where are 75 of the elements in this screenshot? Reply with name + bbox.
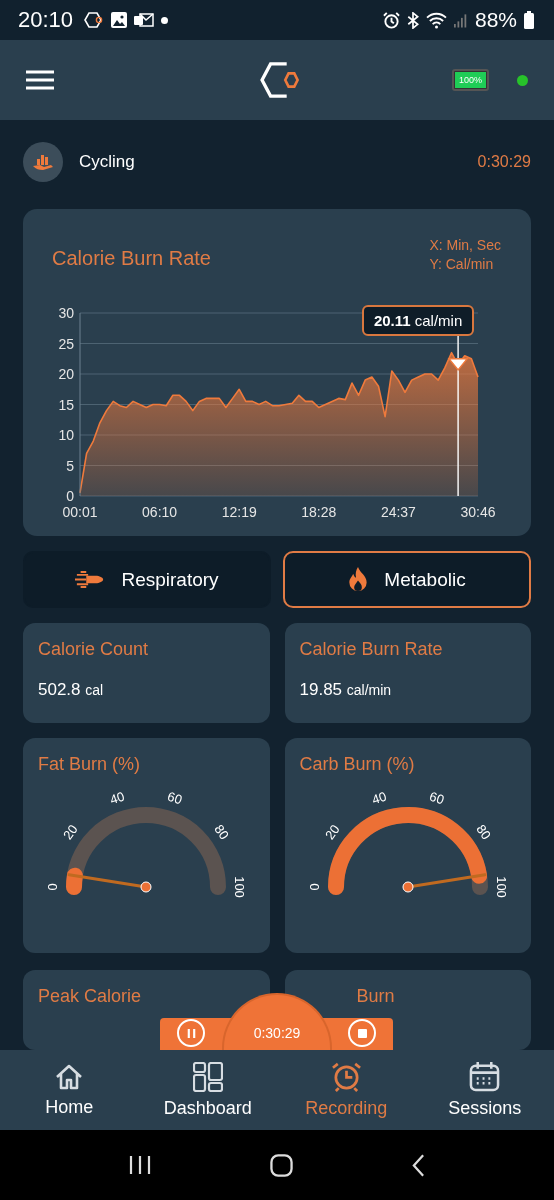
recent-apps-icon[interactable] (129, 1155, 152, 1175)
x-tick-label: 12:19 (221, 503, 257, 520)
gauge-tick-label: 100 (232, 876, 247, 898)
y-tick-label: 0 (66, 487, 74, 504)
back-icon[interactable] (411, 1153, 425, 1177)
metric-title: Burn (356, 986, 395, 1007)
gauge-tick-label: 0 (306, 883, 322, 891)
logo-icon (260, 62, 302, 98)
metric-title: Calorie Count (38, 639, 149, 660)
gauge-tick-label: 20 (321, 821, 343, 843)
dashboard-icon (192, 1061, 223, 1092)
stop-button[interactable] (348, 1019, 376, 1047)
marker-icon (447, 358, 469, 371)
battery-percent: 88% (474, 8, 517, 32)
wifi-icon (425, 11, 447, 29)
metric-value: 502.8 cal (38, 680, 104, 700)
gauge-tick-label: 40 (369, 788, 388, 808)
signal-icon (453, 12, 468, 28)
y-tick-label: 25 (58, 335, 74, 352)
x-tick-label: 00:01 (62, 503, 98, 520)
stop-icon (357, 1028, 367, 1038)
metric-title: Calorie Burn Rate (299, 639, 443, 660)
tab[interactable]: Respiratory (23, 551, 271, 608)
gauge-tick-label: 80 (472, 821, 494, 843)
metric-value: 19.85 cal/min (299, 680, 392, 700)
calendar-icon (469, 1061, 501, 1092)
y-tick-label: 10 (58, 426, 74, 443)
nav-tab[interactable]: Home (0, 1050, 139, 1130)
alarm-icon (382, 11, 400, 29)
hexagon-icon (84, 12, 105, 28)
pause-icon (186, 1027, 196, 1039)
x-tick-label: 06:10 (142, 503, 178, 520)
flame-icon (348, 567, 369, 592)
battery-icon (524, 11, 534, 29)
gauge-tick-label: 80 (211, 821, 232, 843)
gauge-tick-label: 20 (60, 821, 81, 843)
gauge-title: Carb Burn (%) (299, 754, 415, 775)
connection-status-icon (517, 74, 528, 86)
gauge-tick-label: 60 (427, 788, 446, 808)
gauge-tick-label: 0 (45, 883, 60, 891)
image-icon (111, 12, 128, 28)
gauge-tick-label: 40 (107, 788, 127, 808)
activity-icon (23, 142, 63, 183)
x-tick-label: 30:46 (460, 503, 496, 520)
x-tick-label: 24:37 (380, 503, 416, 520)
chart-title: Calorie Burn Rate (52, 246, 211, 271)
nav-tab[interactable]: Dashboard (138, 1050, 277, 1130)
device-battery: 100% (451, 69, 489, 91)
notification-dot-icon (161, 16, 169, 24)
mail-icon (134, 12, 155, 28)
gauge-tick-label: 100 (493, 876, 509, 898)
chart-tooltip: 20.11 cal/min (362, 304, 475, 336)
x-axis-legend: X: Min, Sec (429, 236, 501, 253)
menu-icon[interactable] (26, 70, 54, 90)
y-axis-legend: Y: Cal/min (429, 255, 494, 272)
lungs-icon (75, 570, 106, 589)
nav-tab[interactable]: Sessions (415, 1050, 554, 1130)
alarm-clock-icon (330, 1061, 362, 1092)
annotation: 20.11 cal/min (373, 311, 463, 329)
gauge-title: Fat Burn (%) (38, 754, 141, 775)
y-tick-label: 30 (58, 304, 74, 321)
status-time: 20:10 (18, 7, 74, 33)
y-tick-label: 15 (58, 396, 74, 413)
tab[interactable]: Metabolic (283, 551, 531, 608)
bluetooth-icon (406, 11, 419, 29)
activity-name: Cycling (79, 152, 135, 173)
gauge-tick-label: 60 (165, 788, 185, 808)
home-button-icon[interactable] (270, 1153, 293, 1177)
pause-button[interactable] (177, 1019, 205, 1047)
nav-tab[interactable]: Recording (277, 1050, 416, 1130)
y-tick-label: 5 (66, 457, 74, 474)
x-tick-label: 18:28 (301, 503, 337, 520)
metric-title: Peak Calorie (38, 986, 142, 1007)
elapsed-time: 0:30:29 (477, 153, 531, 172)
y-tick-label: 20 (58, 365, 74, 382)
